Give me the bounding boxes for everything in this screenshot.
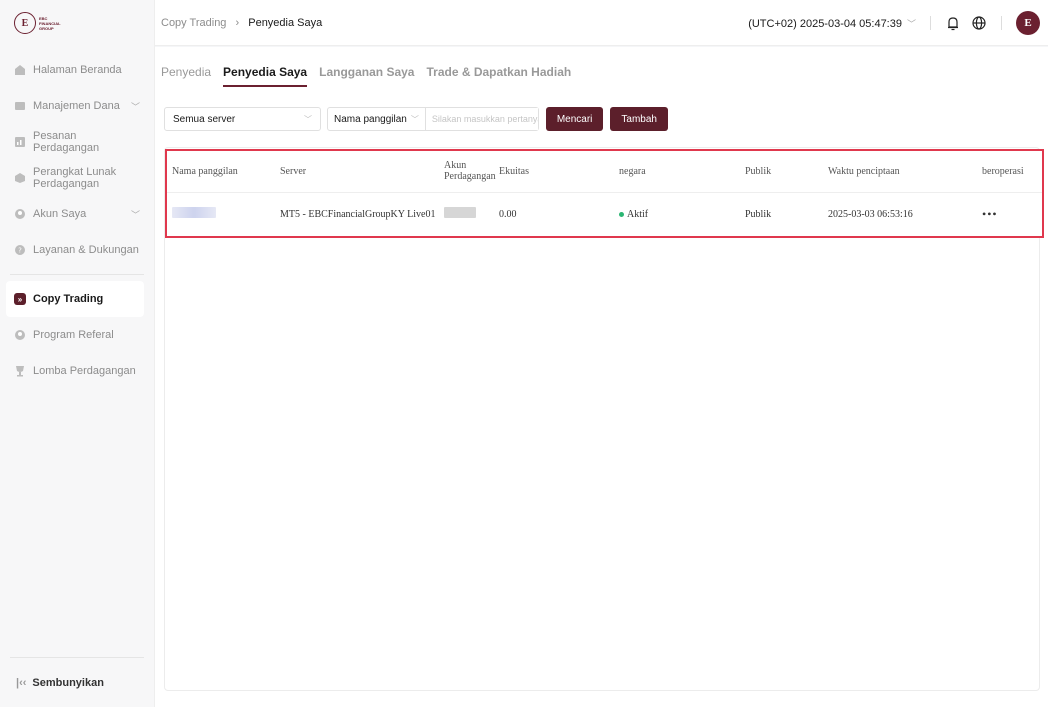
divider (1001, 16, 1002, 30)
tab-trade-rewards[interactable]: Trade & Dapatkan Hadiah (426, 65, 571, 87)
bell-icon[interactable] (945, 15, 961, 31)
avatar[interactable]: E (1016, 11, 1040, 35)
sidebar-item-copy-trading[interactable]: » Copy Trading (6, 281, 144, 317)
top-bar: Copy Trading › Penyedia Saya (UTC+02) 20… (155, 0, 1048, 46)
sidebar-item-label: Halaman Beranda (33, 64, 122, 76)
redacted-account (444, 207, 476, 219)
server-select-value: Semua server (173, 113, 236, 125)
cell-status: Aktif (619, 192, 745, 236)
top-right-tools: (UTC+02) 2025-03-04 05:47:39 ﹀ E (748, 0, 1040, 46)
cell-nickname (167, 192, 280, 236)
sidebar-item-label: Copy Trading (33, 293, 104, 305)
main-content: Penyedia Penyedia Saya Langganan Saya Tr… (155, 47, 1048, 707)
table-header-row: Nama panggilan Server Akun Perdagangan E… (167, 151, 1042, 193)
ebc-logo[interactable]: E EBC FINANCIAL GROUP (14, 11, 68, 35)
software-icon (14, 172, 26, 184)
copy-trading-icon: » (14, 293, 26, 305)
tab-bar: Penyedia Penyedia Saya Langganan Saya Tr… (161, 65, 571, 87)
column-header-nickname: Nama panggilan (167, 151, 280, 193)
svg-text:?: ? (18, 247, 22, 255)
chevron-down-icon: ﹀ (304, 114, 312, 124)
chart-icon (14, 136, 26, 148)
column-header-server: Server (280, 151, 444, 193)
column-header-equity: Ekuitas (499, 151, 619, 193)
breadcrumb-item[interactable]: Copy Trading (161, 17, 226, 29)
breadcrumb: Copy Trading › Penyedia Saya (161, 17, 322, 29)
nav-divider (10, 274, 144, 275)
cell-public: Publik (745, 208, 772, 220)
search-group: Nama panggilan ﹀ (327, 107, 539, 131)
sidebar-item-support[interactable]: ? Layanan & Dukungan (0, 232, 154, 268)
column-header-created: Waktu penciptaan (828, 151, 982, 193)
wallet-icon (14, 100, 26, 112)
home-icon (14, 64, 26, 76)
divider (930, 16, 931, 30)
timezone-text: (UTC+02) 2025-03-04 05:47:39 (748, 17, 902, 30)
column-header-status: negara (619, 151, 745, 193)
support-icon: ? (14, 244, 26, 256)
cell-actions: ••• (982, 192, 1042, 236)
sidebar-item-label: Pesanan Perdagangan (33, 130, 100, 154)
sidebar-item-label: Manajemen Dana (33, 100, 120, 112)
logo-area: E EBC FINANCIAL GROUP (0, 0, 154, 46)
sidebar-item-label: Perangkat Lunak Perdagangan (33, 166, 117, 190)
logo-text: EBC FINANCIAL GROUP (39, 15, 61, 31)
referral-icon (14, 329, 26, 341)
sidebar-item-my-account[interactable]: Akun Saya ﹀ (0, 196, 154, 232)
breadcrumb-current: Penyedia Saya (248, 16, 323, 29)
sidebar-item-label: Lomba Perdagangan (33, 365, 136, 377)
status-text: Aktif (627, 208, 649, 220)
timezone-selector[interactable]: (UTC+02) 2025-03-04 05:47:39 ﹀ (748, 17, 916, 30)
cell-server: MT5 - EBCFinancialGroupKY Live01 (280, 208, 436, 220)
sidebar-item-label: Akun Saya (33, 208, 87, 220)
column-header-actions: beroperasi (982, 151, 1042, 193)
trophy-icon (14, 365, 26, 377)
sidebar-item-label: Layanan & Dukungan (33, 244, 139, 256)
providers-table-highlight: Nama panggilan Server Akun Perdagangan E… (165, 149, 1044, 238)
collapse-label: Sembunyikan (32, 676, 104, 689)
cell-equity: 0.00 (499, 208, 517, 220)
sidebar-item-trading-software[interactable]: Perangkat Lunak Perdagangan (0, 160, 154, 196)
globe-icon[interactable] (971, 15, 987, 31)
tab-providers[interactable]: Penyedia (161, 65, 211, 87)
search-field-value: Nama panggilan (334, 113, 407, 125)
redacted-nickname (172, 207, 216, 219)
search-field-select[interactable]: Nama panggilan ﹀ (328, 108, 426, 130)
cell-trading-account (444, 192, 499, 236)
sidebar-item-referral[interactable]: Program Referal (0, 317, 154, 353)
more-actions-icon[interactable]: ••• (982, 207, 998, 221)
table-row: MT5 - EBCFinancialGroupKY Live01 0.00 Ak… (167, 192, 1042, 236)
filter-bar: Semua server ﹀ Nama panggilan ﹀ Mencari … (164, 107, 668, 131)
sidebar: E EBC FINANCIAL GROUP Halaman Beranda Ma… (0, 0, 155, 707)
search-input[interactable] (425, 108, 538, 130)
column-header-public: Publik (745, 151, 828, 193)
collapse-icon: |‹‹ (16, 676, 27, 689)
chevron-down-icon: ﹀ (130, 209, 140, 220)
sidebar-item-label: Program Referal (33, 329, 114, 341)
sidebar-nav: Halaman Beranda Manajemen Dana ﹀ Pesanan… (0, 46, 154, 389)
chevron-down-icon: ﹀ (410, 114, 419, 124)
status-dot-icon (619, 211, 624, 217)
server-select[interactable]: Semua server ﹀ (164, 107, 321, 131)
providers-table: Nama panggilan Server Akun Perdagangan E… (167, 151, 1042, 236)
sidebar-item-trade-orders[interactable]: Pesanan Perdagangan (0, 124, 154, 160)
tab-my-providers[interactable]: Penyedia Saya (223, 65, 308, 87)
logo-emblem-icon: E (14, 12, 36, 34)
chevron-down-icon: ﹀ (130, 101, 140, 112)
breadcrumb-separator-icon: › (235, 16, 240, 29)
sidebar-item-fund-management[interactable]: Manajemen Dana ﹀ (0, 88, 154, 124)
collapse-sidebar-button[interactable]: |‹‹ Sembunyikan (10, 657, 144, 707)
tab-my-subscriptions[interactable]: Langganan Saya (319, 65, 414, 87)
sidebar-item-home[interactable]: Halaman Beranda (0, 52, 154, 88)
sidebar-item-trading-contest[interactable]: Lomba Perdagangan (0, 353, 154, 389)
add-button[interactable]: Tambah (610, 107, 668, 131)
user-icon (14, 208, 26, 220)
cell-created: 2025-03-03 06:53:16 (828, 208, 913, 220)
column-header-trading-account: Akun Perdagangan (444, 151, 499, 193)
search-button[interactable]: Mencari (545, 107, 604, 131)
chevron-down-icon: ﹀ (906, 18, 916, 29)
